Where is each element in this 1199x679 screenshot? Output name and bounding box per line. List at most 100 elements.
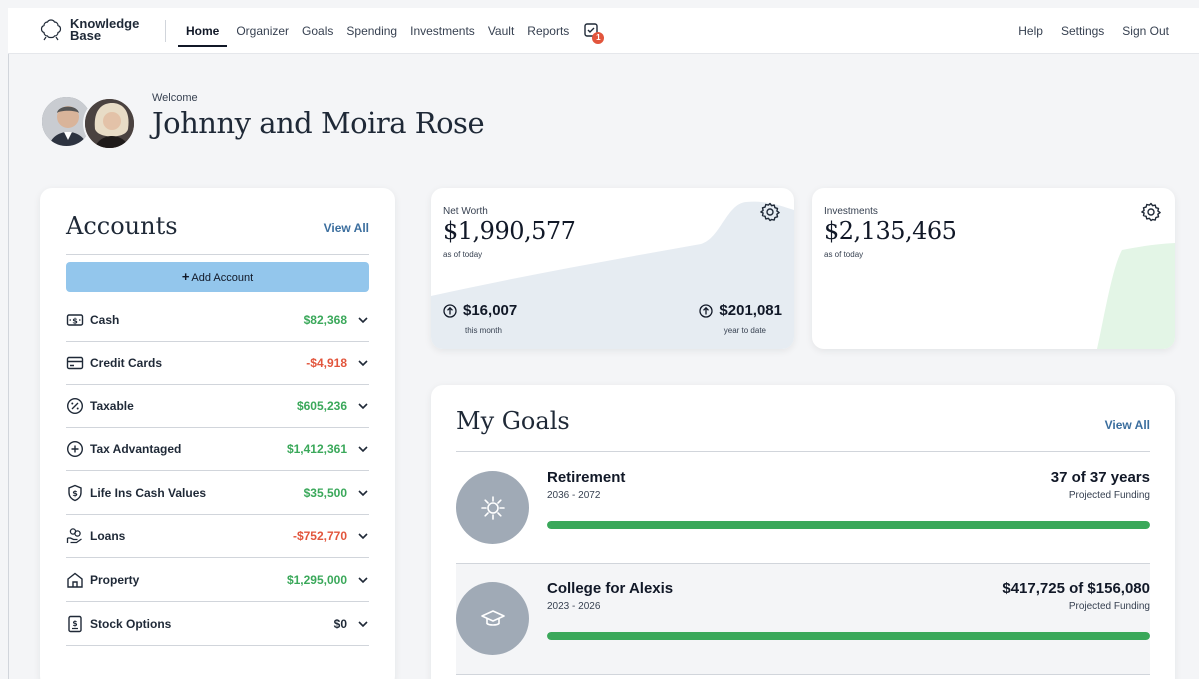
welcome-label: Welcome — [152, 92, 198, 104]
chevron-down-icon[interactable] — [357, 574, 369, 586]
household-avatars — [40, 95, 140, 150]
net-worth-card[interactable]: Net Worth $1,990,577 as of today $16,007… — [431, 188, 794, 349]
brain-logo-icon — [40, 19, 62, 41]
nav-goals[interactable]: Goals — [302, 11, 333, 51]
goal-row-college[interactable]: College for Alexis 2023 - 2026 $417,725 … — [456, 564, 1150, 674]
nav-home[interactable]: Home — [177, 11, 228, 51]
page-left-edge — [8, 54, 9, 679]
investments-value: $2,135,465 — [824, 217, 957, 245]
goals-card: My Goals View All Retirement 2036 - 2072… — [431, 385, 1175, 679]
net-worth-ytd-change: $201,081 — [699, 302, 782, 319]
account-row-property[interactable]: Property $1,295,000 — [66, 559, 369, 602]
goal-name: College for Alexis — [547, 580, 674, 597]
goal-years: 2023 - 2026 — [547, 601, 601, 612]
account-label: Life Ins Cash Values — [90, 486, 207, 500]
accounts-divider — [66, 254, 369, 255]
account-label: Taxable — [90, 399, 134, 413]
goal-years: 2036 - 2072 — [547, 490, 601, 501]
nav-divider — [165, 20, 166, 42]
goals-row-divider — [456, 674, 1150, 675]
net-worth-month-change: $16,007 — [443, 302, 517, 319]
net-worth-label: Net Worth — [443, 206, 488, 217]
gear-icon[interactable] — [1141, 202, 1161, 222]
account-label: Cash — [90, 313, 120, 327]
account-row-life-ins[interactable]: $ Life Ins Cash Values $35,500 — [66, 472, 369, 515]
goal-projected-label: Projected Funding — [1068, 601, 1150, 612]
sign-out-link[interactable]: Sign Out — [1122, 24, 1169, 38]
chevron-down-icon[interactable] — [357, 530, 369, 542]
goals-view-all-link[interactable]: View All — [1105, 418, 1150, 432]
goals-title: My Goals — [456, 407, 570, 435]
account-label: Stock Options — [90, 617, 172, 631]
account-value: -$4,918 — [306, 356, 347, 370]
account-row-credit-cards[interactable]: Credit Cards -$4,918 — [66, 342, 369, 385]
nav-vault[interactable]: Vault — [488, 11, 514, 51]
logo[interactable]: Knowledge Base — [38, 17, 139, 43]
investments-as-of: as of today — [824, 250, 864, 259]
settings-link[interactable]: Settings — [1061, 24, 1104, 38]
goals-divider — [456, 451, 1150, 452]
account-row-stock-options[interactable]: $ Stock Options $0 — [66, 603, 369, 646]
help-link[interactable]: Help — [1018, 24, 1043, 38]
account-row-taxable[interactable]: Taxable $605,236 — [66, 385, 369, 428]
chevron-down-icon[interactable] — [357, 618, 369, 630]
account-value: $82,368 — [303, 313, 347, 327]
percent-icon — [66, 397, 84, 415]
goal-name: Retirement — [547, 469, 626, 486]
investments-card[interactable]: Investments $2,135,465 as of today — [812, 188, 1175, 349]
account-value: $1,412,361 — [286, 442, 347, 456]
account-value: $1,295,000 — [286, 573, 347, 587]
cash-icon: $ — [66, 314, 84, 326]
household-name: Johnny and Moira Rose — [152, 106, 485, 140]
goal-progress-fill — [547, 632, 1150, 640]
goal-progress-bar — [547, 632, 1150, 640]
goal-status: 37 of 37 years — [1050, 469, 1150, 486]
goal-icon-circle — [456, 471, 529, 544]
chevron-down-icon[interactable] — [357, 400, 369, 412]
document-dollar-icon: $ — [68, 615, 82, 633]
chevron-down-icon[interactable] — [357, 487, 369, 499]
accounts-view-all-link[interactable]: View All — [324, 221, 369, 235]
shield-dollar-icon: $ — [68, 484, 82, 502]
logo-line2: Base — [70, 28, 102, 43]
goal-icon-circle — [456, 582, 529, 655]
nav-organizer[interactable]: Organizer — [236, 11, 289, 51]
month-change-value: $16,007 — [463, 302, 518, 319]
add-account-button[interactable]: + Add Account — [66, 262, 369, 292]
account-row-cash[interactable]: $ Cash $82,368 — [66, 299, 369, 342]
accounts-card: Accounts View All + Add Account $ Cash $8… — [40, 188, 395, 679]
goal-row-retirement[interactable]: Retirement 2036 - 2072 37 of 37 years Pr… — [456, 453, 1150, 563]
gear-icon[interactable] — [760, 202, 780, 222]
account-value: $605,236 — [296, 399, 347, 413]
nav-spending[interactable]: Spending — [346, 11, 397, 51]
hand-coins-icon — [66, 528, 82, 544]
arrow-up-circle-icon — [699, 303, 714, 318]
avatar-moira — [83, 97, 136, 150]
account-row-loans[interactable]: Loans -$752,770 — [66, 515, 369, 558]
net-worth-value: $1,990,577 — [443, 217, 576, 245]
ytd-change-label: year to date — [723, 326, 766, 335]
credit-card-icon — [66, 356, 84, 370]
graduation-cap-icon — [480, 609, 505, 626]
top-nav: Knowledge Base Home Organizer Goals Spen… — [8, 8, 1199, 54]
chevron-down-icon[interactable] — [357, 357, 369, 369]
account-label: Loans — [90, 529, 126, 543]
tasks-button[interactable]: 1 — [584, 23, 605, 44]
account-label: Property — [90, 573, 140, 587]
tasks-count-badge: 1 — [592, 32, 605, 44]
nav-reports[interactable]: Reports — [527, 11, 569, 51]
account-value: $35,500 — [303, 486, 347, 500]
nav-investments[interactable]: Investments — [410, 11, 475, 51]
sun-icon — [480, 495, 505, 520]
account-value: -$752,770 — [292, 529, 347, 543]
accounts-title: Accounts — [66, 212, 178, 240]
account-row-tax-advantaged[interactable]: Tax Advantaged $1,412,361 — [66, 428, 369, 471]
svg-text:$: $ — [72, 316, 78, 325]
account-label: Tax Advantaged — [90, 442, 182, 456]
plus-circle-icon — [66, 440, 84, 458]
chevron-down-icon[interactable] — [357, 314, 369, 326]
account-label: Credit Cards — [90, 356, 163, 370]
svg-text:$: $ — [72, 619, 77, 628]
chevron-down-icon[interactable] — [357, 443, 369, 455]
house-icon — [67, 572, 83, 588]
